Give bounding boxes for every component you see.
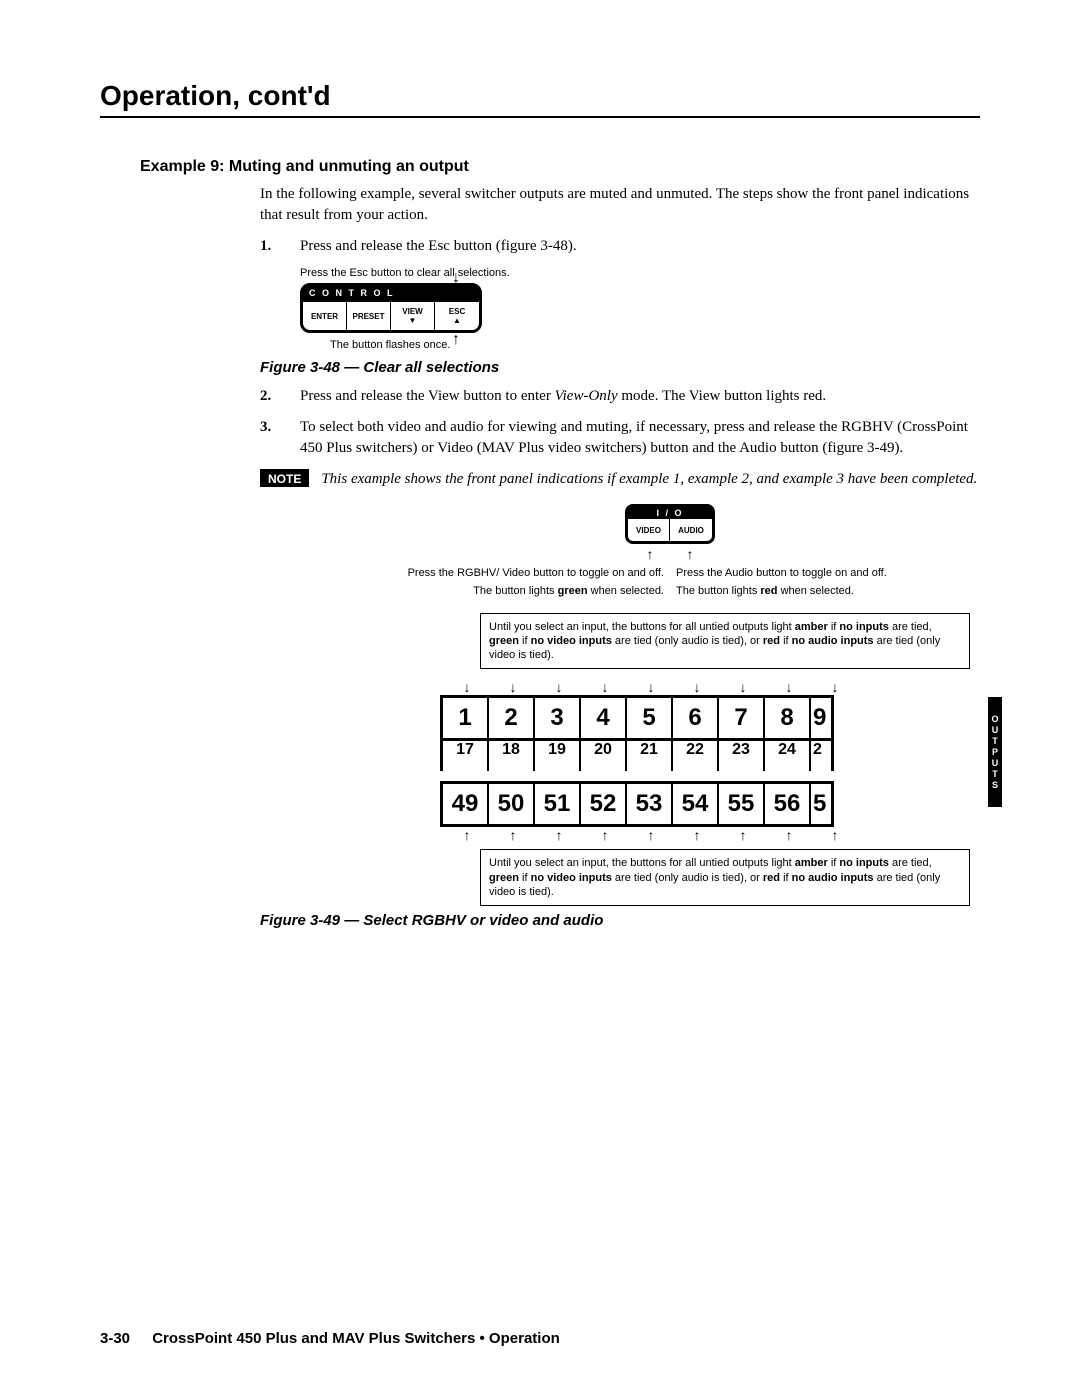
arrow-row-bottom: ↑↑↑↑↑↑↑↑↑ bbox=[444, 827, 980, 843]
step-1: 1. Press and release the Esc button (fig… bbox=[260, 236, 980, 257]
output-cell: 2 bbox=[489, 698, 535, 738]
step-2: 2. Press and release the View button to … bbox=[260, 386, 980, 407]
step-3: 3. To select both video and audio for vi… bbox=[260, 417, 980, 459]
output-cell: 1 bbox=[443, 698, 489, 738]
figure-49-caption: Figure 3-49 — Select RGBHV or video and … bbox=[260, 912, 980, 929]
output-cell: 53 bbox=[627, 784, 673, 824]
fig48-top-label: Press the Esc button to clear all select… bbox=[300, 267, 980, 279]
output-cell: 19 bbox=[535, 741, 581, 771]
video-light-label: The button lights green when selected. bbox=[366, 584, 664, 598]
preset-button: PRESET bbox=[347, 302, 391, 330]
output-cell: 20 bbox=[581, 741, 627, 771]
step-number: 1. bbox=[260, 236, 300, 257]
footer-text: CrossPoint 450 Plus and MAV Plus Switche… bbox=[152, 1330, 560, 1347]
output-cell: 7 bbox=[719, 698, 765, 738]
io-arrow-row: ↑↑ bbox=[360, 546, 980, 562]
video-button: VIDEO bbox=[628, 519, 670, 541]
arrow-up-icon: ↑ bbox=[452, 331, 460, 349]
output-cell: 23 bbox=[719, 741, 765, 771]
output-cell: 18 bbox=[489, 741, 535, 771]
note-block: NOTE This example shows the front panel … bbox=[260, 469, 980, 490]
example-heading: Example 9: Muting and unmuting an output bbox=[140, 158, 980, 176]
step2-italic: View-Only bbox=[555, 388, 618, 404]
output-cell: 4 bbox=[581, 698, 627, 738]
output-cell: 55 bbox=[719, 784, 765, 824]
output-cell: 8 bbox=[765, 698, 811, 738]
output-cell: 51 bbox=[535, 784, 581, 824]
esc-button: ESC ▲ bbox=[435, 302, 479, 330]
output-cell: 54 bbox=[673, 784, 719, 824]
video-press-label: Press the RGBHV/ Video button to toggle … bbox=[366, 566, 664, 580]
intro-paragraph: In the following example, several switch… bbox=[260, 184, 980, 226]
output-cell: 50 bbox=[489, 784, 535, 824]
arrow-down-icon: ↓ bbox=[452, 269, 460, 287]
figure-3-49: I / O VIDEO AUDIO ↑↑ Press the RGBHV/ Vi… bbox=[360, 504, 980, 906]
output-cell: 24 bbox=[765, 741, 811, 771]
io-panel: I / O VIDEO AUDIO bbox=[625, 504, 715, 544]
step-number: 2. bbox=[260, 386, 300, 407]
page-number: 3-30 bbox=[100, 1330, 130, 1347]
figure-48-caption: Figure 3-48 — Clear all selections bbox=[260, 359, 980, 376]
arrow-up-icon: ↑ bbox=[630, 546, 670, 562]
step-text: Press and release the Esc button (figure… bbox=[300, 236, 980, 257]
legend-bottom: Until you select an input, the buttons f… bbox=[480, 849, 970, 906]
panel-header: C O N T R O L bbox=[303, 286, 479, 300]
audio-press-label: Press the Audio button to toggle on and … bbox=[676, 566, 974, 580]
output-cell: 3 bbox=[535, 698, 581, 738]
output-cell: 52 bbox=[581, 784, 627, 824]
output-cell: 17 bbox=[443, 741, 489, 771]
figure-3-48: Press the Esc button to clear all select… bbox=[300, 267, 980, 351]
step-number: 3. bbox=[260, 417, 300, 459]
fig48-bottom-label: The button flashes once. bbox=[330, 339, 980, 351]
step2-part-a: Press and release the View button to ent… bbox=[300, 388, 555, 404]
triangle-up-icon: ▲ bbox=[453, 316, 461, 325]
outputs-grid: ↓↓↓↓↓↓↓↓↓ 1 2 3 4 5 6 7 8 9 17 18 19 20 … bbox=[440, 679, 980, 843]
outputs-side-label: OUTPUTS bbox=[988, 697, 1002, 807]
legend-top: Until you select an input, the buttons f… bbox=[480, 613, 970, 670]
output-cell: 5 bbox=[811, 784, 831, 824]
output-cell: 22 bbox=[673, 741, 719, 771]
page-title: Operation, cont'd bbox=[100, 80, 980, 118]
output-cell: 49 bbox=[443, 784, 489, 824]
esc-label: ESC bbox=[449, 307, 465, 316]
note-tag: NOTE bbox=[260, 469, 309, 487]
step-text: To select both video and audio for viewi… bbox=[300, 417, 980, 459]
view-button: VIEW ▼ bbox=[391, 302, 435, 330]
step2-part-b: mode. The View button lights red. bbox=[618, 388, 827, 404]
video-label-col: Press the RGBHV/ Video button to toggle … bbox=[360, 566, 670, 599]
control-panel: C O N T R O L ENTER PRESET VIEW ▼ ESC ▲ bbox=[300, 283, 482, 333]
output-row-3: 49 50 51 52 53 54 55 56 5 bbox=[440, 781, 834, 827]
output-cell: 56 bbox=[765, 784, 811, 824]
audio-light-label: The button lights red when selected. bbox=[676, 584, 974, 598]
output-cell: 21 bbox=[627, 741, 673, 771]
arrow-up-icon: ↑ bbox=[670, 546, 710, 562]
note-text: This example shows the front panel indic… bbox=[321, 469, 980, 490]
enter-button: ENTER bbox=[303, 302, 347, 330]
audio-button: AUDIO bbox=[670, 519, 712, 541]
output-cell: 9 bbox=[811, 698, 831, 738]
output-row-1: 1 2 3 4 5 6 7 8 9 bbox=[440, 695, 834, 741]
io-header: I / O bbox=[628, 507, 712, 519]
output-cell: 6 bbox=[673, 698, 719, 738]
audio-label-col: Press the Audio button to toggle on and … bbox=[670, 566, 980, 599]
triangle-down-icon: ▼ bbox=[409, 316, 417, 325]
step-text: Press and release the View button to ent… bbox=[300, 386, 980, 407]
output-row-2: 17 18 19 20 21 22 23 24 2 bbox=[440, 741, 834, 771]
arrow-row-top: ↓↓↓↓↓↓↓↓↓ bbox=[444, 679, 980, 695]
view-label: VIEW bbox=[402, 307, 422, 316]
output-cell: 2 bbox=[811, 741, 831, 771]
output-cell: 5 bbox=[627, 698, 673, 738]
page-footer: 3-30 CrossPoint 450 Plus and MAV Plus Sw… bbox=[100, 1330, 560, 1347]
